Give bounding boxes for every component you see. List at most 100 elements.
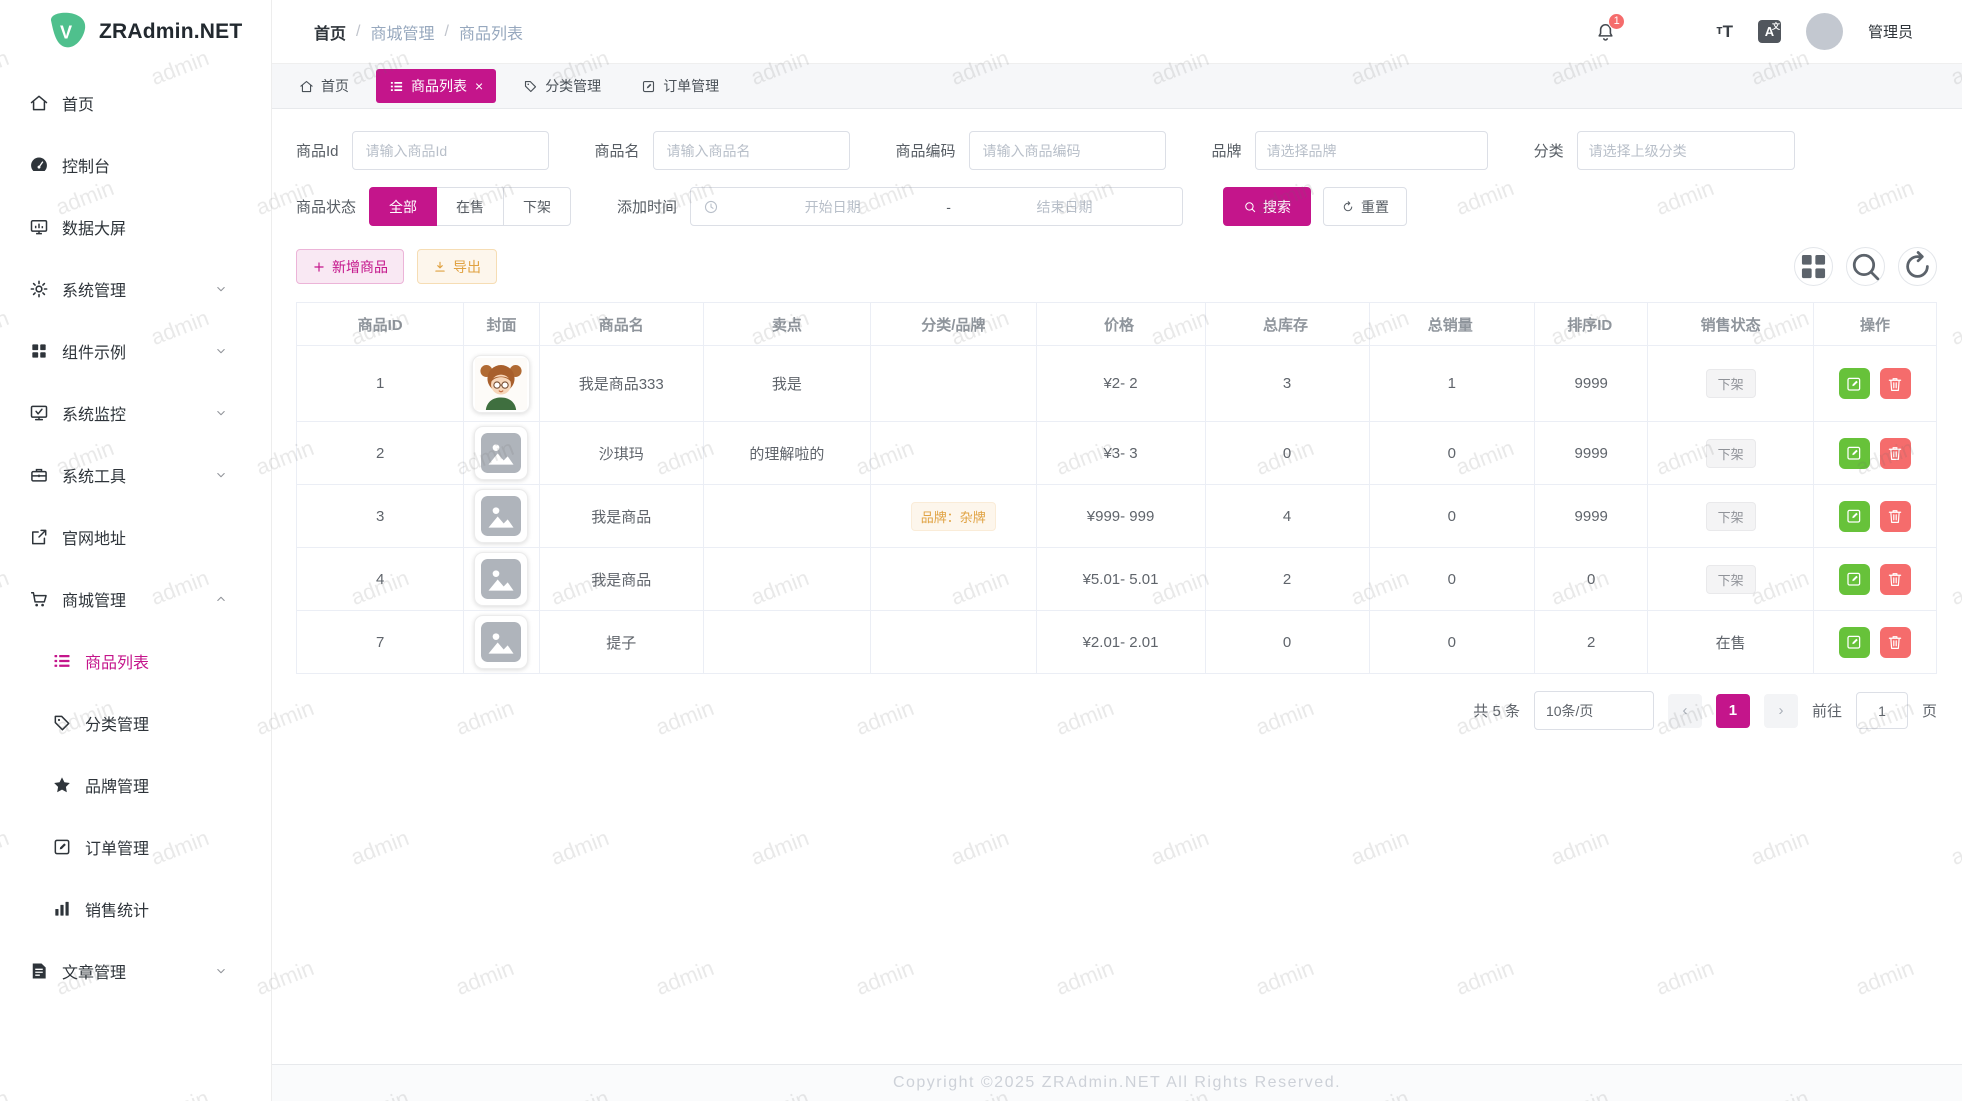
category-select[interactable]: 请选择上级分类 (1577, 131, 1795, 170)
status-option-off-shelf[interactable]: 下架 (503, 187, 571, 226)
table-cell: 的理解啦的 (703, 422, 870, 485)
sidebar-item-data-screen[interactable]: 数据大屏 (0, 196, 271, 258)
sidebar-item-category-manage[interactable]: 分类管理 (0, 692, 271, 754)
status-badge: 下架 (1706, 439, 1756, 468)
search-button[interactable]: 搜索 (1223, 187, 1311, 226)
next-page-button[interactable]: › (1764, 694, 1798, 728)
column-header[interactable]: 总库存 (1205, 303, 1369, 346)
edit-row-button[interactable] (1839, 564, 1870, 595)
product-name-input[interactable] (653, 131, 850, 170)
table-cell: 3 (1205, 346, 1369, 422)
column-settings-button[interactable] (1794, 247, 1833, 286)
product-cover-placeholder (474, 552, 528, 606)
edit-row-button[interactable] (1839, 627, 1870, 658)
sidebar-item-console[interactable]: 控制台 (0, 134, 271, 196)
tab-category-manage[interactable]: 分类管理 (510, 69, 614, 103)
column-header-label: 卖点 (772, 314, 802, 335)
delete-row-button[interactable] (1880, 627, 1911, 658)
monitor-icon (29, 403, 49, 423)
tab-order-manage[interactable]: 订单管理 (628, 69, 732, 103)
product-id-input[interactable] (352, 131, 549, 170)
trash-icon (1886, 633, 1904, 651)
sidebar-item-home[interactable]: 首页 (0, 72, 271, 134)
goto-page-input[interactable] (1856, 692, 1908, 729)
cell-sort-id: 9999 (1575, 508, 1608, 525)
table-cell: 我是商品333 (539, 346, 703, 422)
export-button[interactable]: 导出 (417, 249, 497, 284)
sidebar-item-label: 数据大屏 (62, 215, 126, 239)
refresh-table-button[interactable] (1898, 247, 1937, 286)
brand-select[interactable]: 请选择品牌 (1255, 131, 1488, 170)
sidebar-item-label: 销售统计 (85, 897, 149, 921)
table-cell: 2 (1205, 548, 1369, 611)
table-cell (870, 422, 1036, 485)
sidebar-item-system-manage[interactable]: 系统管理 (0, 258, 271, 320)
column-header[interactable]: 排序ID (1535, 303, 1648, 346)
sidebar-item-system-monitor[interactable]: 系统监控 (0, 382, 271, 444)
product-code-input[interactable] (969, 131, 1166, 170)
edit-row-button[interactable] (1839, 368, 1870, 399)
language-icon[interactable]: A文 (1758, 20, 1781, 43)
prev-page-button[interactable]: ‹ (1668, 694, 1702, 728)
brand[interactable]: V ZRAdmin.NET (0, 0, 271, 64)
sidebar-item-component-demo[interactable]: 组件示例 (0, 320, 271, 382)
username[interactable]: 管理员 (1868, 21, 1913, 42)
cell-product-id: 2 (376, 445, 384, 462)
reset-button[interactable]: 重置 (1323, 187, 1407, 226)
sidebar-item-article-manage[interactable]: 文章管理 (0, 940, 271, 1002)
delete-row-button[interactable] (1880, 501, 1911, 532)
brand-title: ZRAdmin.NET (99, 20, 242, 44)
breadcrumb: 首页/商城管理/商品列表 (314, 20, 523, 44)
edit-row-button[interactable] (1839, 438, 1870, 469)
cell-sort-id: 9999 (1575, 375, 1608, 392)
font-size-icon[interactable]: тT (1716, 22, 1733, 42)
trash-icon (1886, 375, 1904, 393)
notifications-bell-icon[interactable]: 1 (1595, 21, 1616, 42)
edit-row-button[interactable] (1839, 501, 1870, 532)
tab-home[interactable]: 首页 (286, 69, 362, 103)
status-option-all[interactable]: 全部 (369, 187, 437, 226)
main-area: 首页/商城管理/商品列表 1 тT A文 管理员 首页商品列表×分类管理订单管理 (272, 0, 1962, 1101)
sidebar-item-label: 商城管理 (62, 587, 126, 611)
status-option-on-sale[interactable]: 在售 (436, 187, 504, 226)
table-cell: 0 (1535, 548, 1648, 611)
column-header[interactable]: 总销量 (1369, 303, 1535, 346)
delete-row-button[interactable] (1880, 438, 1911, 469)
sidebar-item-sales-stats[interactable]: 销售统计 (0, 878, 271, 940)
breadcrumb-item[interactable]: 首页 (314, 20, 346, 44)
table-cell: 7 (297, 611, 464, 674)
avatar[interactable] (1806, 13, 1843, 50)
column-header-label: 封面 (486, 314, 516, 335)
delete-row-button[interactable] (1880, 368, 1911, 399)
trash-icon (1886, 507, 1904, 525)
sidebar-item-product-list[interactable]: 商品列表 (0, 630, 271, 692)
product-cover-image[interactable] (472, 355, 530, 413)
add-product-button[interactable]: 新增商品 (296, 249, 404, 284)
column-header[interactable]: 价格 (1036, 303, 1205, 346)
toggle-search-button[interactable] (1846, 247, 1885, 286)
brand-select-placeholder: 请选择品牌 (1267, 141, 1476, 161)
sidebar-item-brand-manage[interactable]: 品牌管理 (0, 754, 271, 816)
sidebar-item-system-tools[interactable]: 系统工具 (0, 444, 271, 506)
pagination: 共 5 条 10条/页 ‹ 1 › 前往 页 (296, 691, 1937, 730)
table-cell (464, 346, 539, 422)
sidebar-item-order-manage[interactable]: 订单管理 (0, 816, 271, 878)
table-cell: 0 (1369, 485, 1535, 548)
delete-row-button[interactable] (1880, 564, 1911, 595)
page-size-select[interactable]: 10条/页 (1534, 691, 1654, 730)
tab-product-list[interactable]: 商品列表 × (376, 69, 496, 103)
status-badge: 下架 (1706, 502, 1756, 531)
breadcrumb-item[interactable]: 商城管理 (370, 20, 434, 44)
page-1-button[interactable]: 1 (1716, 694, 1750, 728)
cell-sales: 0 (1448, 634, 1456, 651)
tab-label: 商品列表 (411, 76, 467, 96)
external-icon (29, 527, 49, 547)
sidebar-item-mall-manage[interactable]: 商城管理 (0, 568, 271, 630)
close-tab-icon[interactable]: × (475, 78, 483, 94)
table-cell: 我是商品 (539, 548, 703, 611)
chevron-down-icon (214, 282, 228, 296)
breadcrumb-item[interactable]: 商品列表 (459, 20, 523, 44)
table-cell: 2 (1535, 611, 1648, 674)
sidebar-item-website[interactable]: 官网地址 (0, 506, 271, 568)
date-range-picker[interactable]: 开始日期 - 结束日期 (690, 187, 1183, 226)
